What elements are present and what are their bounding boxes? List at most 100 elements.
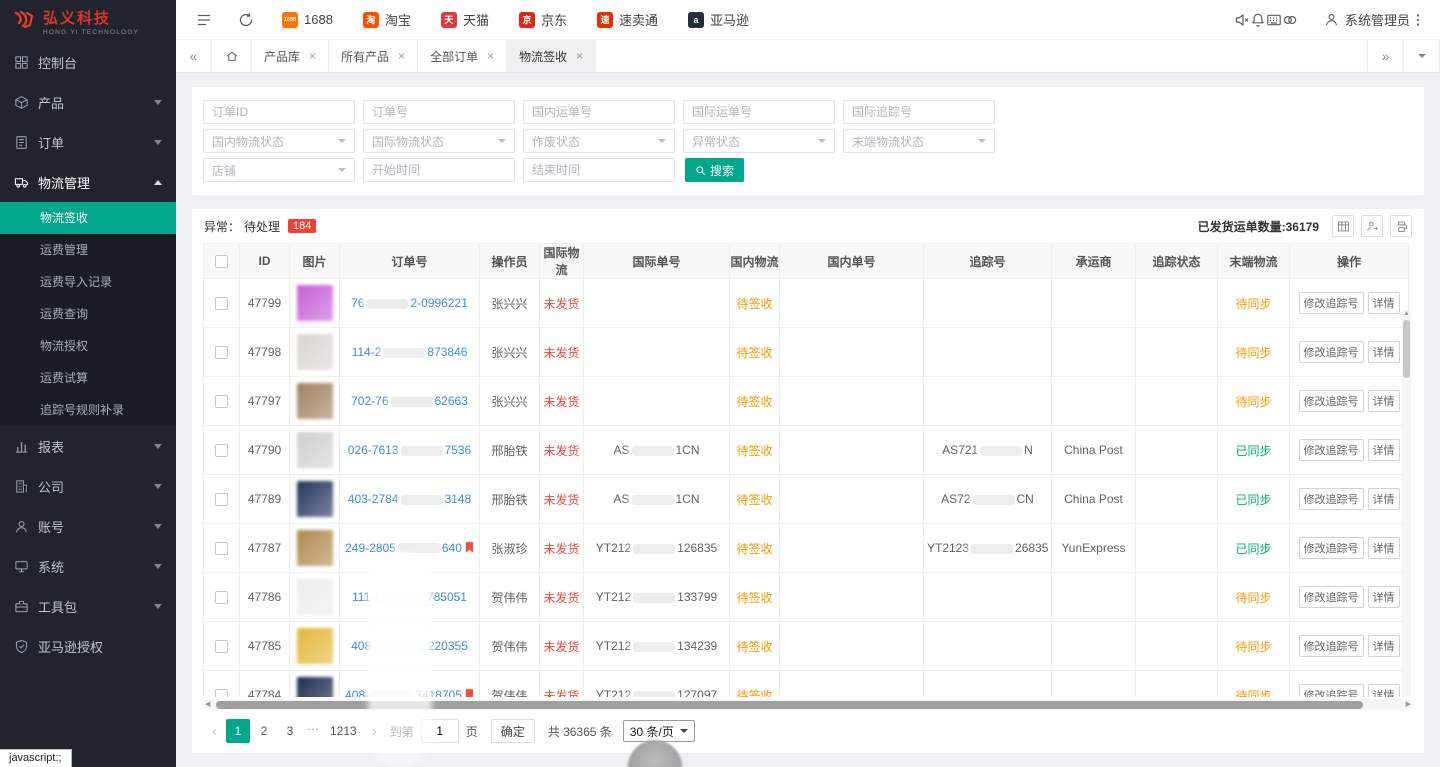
edit-tracking-button[interactable]: 修改追踪号 (1299, 341, 1364, 363)
platform-link-1688[interactable]: 16881688 (282, 12, 333, 28)
notification-bell-icon[interactable] (1250, 12, 1266, 28)
platform-link-aliexpress[interactable]: 速速卖通 (597, 10, 658, 29)
scroll-right-icon[interactable]: ▶ (1406, 699, 1411, 710)
horizontal-scroll-thumb[interactable] (216, 701, 1363, 709)
order-no-input[interactable] (363, 100, 515, 124)
tab-menu-icon[interactable] (1404, 40, 1440, 72)
prev-page-icon[interactable]: ‹ (206, 723, 223, 740)
next-page-icon[interactable]: › (366, 723, 383, 740)
goto-page-input[interactable] (421, 719, 459, 743)
row-checkbox[interactable] (215, 297, 228, 310)
platform-link-jd[interactable]: 京京东 (519, 10, 567, 29)
product-image[interactable] (297, 530, 333, 566)
exception-status-select[interactable]: 异常状态 (683, 129, 835, 153)
share-circles-icon[interactable] (1282, 12, 1298, 28)
sidebar-subitem-freight-manage[interactable]: 运费管理 (0, 234, 176, 266)
close-icon[interactable]: × (309, 49, 316, 63)
product-image[interactable] (297, 383, 333, 419)
edit-tracking-button[interactable]: 修改追踪号 (1299, 390, 1364, 412)
scroll-up-icon[interactable]: ▲ (1403, 309, 1410, 319)
platform-link-tmall[interactable]: 天天猫 (441, 10, 489, 29)
sidebar-subitem-logistics-auth[interactable]: 物流授权 (0, 330, 176, 362)
sidebar-item-console[interactable]: 控制台 (0, 42, 176, 82)
row-checkbox[interactable] (215, 444, 228, 457)
start-time-input[interactable] (363, 158, 515, 182)
confirm-button[interactable]: 确定 (491, 719, 535, 743)
edit-tracking-button[interactable]: 修改追踪号 (1299, 635, 1364, 657)
close-icon[interactable]: × (576, 49, 583, 63)
end-time-input[interactable] (523, 158, 675, 182)
home-tab[interactable] (212, 40, 252, 72)
page-button-2[interactable]: 2 (252, 719, 276, 743)
app-grid-icon[interactable] (1266, 12, 1282, 28)
product-image[interactable] (297, 334, 333, 370)
domestic-logistics-status-select[interactable]: 国内物流状态 (203, 129, 355, 153)
intl-tracking-input[interactable] (843, 100, 995, 124)
sidebar-subitem-freight-import[interactable]: 运费导入记录 (0, 266, 176, 298)
scroll-tabs-right-icon[interactable]: » (1368, 40, 1404, 72)
tab-product-library[interactable]: 产品库× (252, 40, 329, 72)
edit-tracking-button[interactable]: 修改追踪号 (1299, 488, 1364, 510)
product-image[interactable] (297, 481, 333, 517)
collapse-menu-icon[interactable] (196, 12, 212, 28)
select-all-checkbox[interactable] (215, 255, 228, 268)
search-button[interactable]: 搜索 (685, 158, 744, 182)
terminal-logistics-status-select[interactable]: 末端物流状态 (843, 129, 995, 153)
row-checkbox[interactable] (215, 591, 228, 604)
print-button[interactable] (1390, 215, 1412, 237)
horizontal-scrollbar[interactable]: ◀ ▶ (203, 699, 1413, 710)
order-number-link[interactable]: 408-2220355 (351, 639, 468, 653)
domestic-waybill-input[interactable] (523, 100, 675, 124)
brand-logo[interactable]: 弘义科技 HONG YI TECHNOLOGY (0, 0, 176, 42)
order-number-link[interactable]: 702-7662663 (351, 394, 468, 408)
void-status-select[interactable]: 作废状态 (523, 129, 675, 153)
scroll-tabs-left-icon[interactable]: « (176, 40, 212, 72)
detail-button[interactable]: 详情 (1368, 537, 1400, 559)
detail-button[interactable]: 详情 (1368, 292, 1400, 314)
sidebar-item-account[interactable]: 账号 (0, 506, 176, 546)
order-number-link[interactable]: 026-76137536 (348, 443, 471, 457)
row-checkbox[interactable] (215, 689, 228, 697)
order-number-link[interactable]: 114-2873846 (352, 345, 468, 359)
product-image[interactable] (297, 285, 333, 321)
sidebar-item-report[interactable]: 报表 (0, 426, 176, 466)
tab-all-products[interactable]: 所有产品× (329, 40, 418, 72)
detail-button[interactable]: 详情 (1368, 488, 1400, 510)
row-checkbox[interactable] (215, 346, 228, 359)
order-number-link[interactable]: 111-1785051 (352, 590, 467, 604)
vertical-scrollbar[interactable]: ▲ ▼ (1402, 309, 1411, 697)
edit-tracking-button[interactable]: 修改追踪号 (1299, 684, 1364, 697)
order-id-input[interactable] (203, 100, 355, 124)
product-image[interactable] (297, 432, 333, 468)
platform-link-amazon[interactable]: a亚马逊 (688, 10, 749, 29)
product-image[interactable] (297, 628, 333, 664)
edit-tracking-button[interactable]: 修改追踪号 (1299, 586, 1364, 608)
sidebar-item-order[interactable]: 订单 (0, 122, 176, 162)
pending-count-badge[interactable]: 184 (288, 219, 316, 233)
sidebar-subitem-freight-trial[interactable]: 运费试算 (0, 362, 176, 394)
order-number-link[interactable]: 762-0996221 (351, 296, 468, 310)
sidebar-item-amazon-auth[interactable]: 亚马逊授权 (0, 626, 176, 666)
shop-select[interactable]: 店铺 (203, 158, 355, 182)
tab-all-orders[interactable]: 全部订单× (418, 40, 507, 72)
sidebar-item-product[interactable]: 产品 (0, 82, 176, 122)
order-number-link[interactable]: 403-27843148 (348, 492, 471, 506)
sidebar-item-toolkit[interactable]: 工具包 (0, 586, 176, 626)
vertical-scroll-thumb[interactable] (1403, 320, 1410, 378)
detail-button[interactable]: 详情 (1368, 635, 1400, 657)
refresh-icon[interactable] (238, 12, 254, 28)
sidebar-subitem-freight-query[interactable]: 运费查询 (0, 298, 176, 330)
per-page-select[interactable]: 30 条/页 (623, 720, 695, 742)
row-checkbox[interactable] (215, 542, 228, 555)
row-checkbox[interactable] (215, 395, 228, 408)
tab-logistics-sign[interactable]: 物流签收× (507, 40, 596, 72)
detail-button[interactable]: 详情 (1368, 390, 1400, 412)
intl-logistics-status-select[interactable]: 国际物流状态 (363, 129, 515, 153)
order-number-link[interactable]: 249-2805640 (345, 541, 462, 555)
sidebar-item-system[interactable]: 系统 (0, 546, 176, 586)
close-icon[interactable]: × (487, 49, 494, 63)
page-button-1[interactable]: 1 (226, 719, 250, 743)
intl-waybill-input[interactable] (683, 100, 835, 124)
row-checkbox[interactable] (215, 493, 228, 506)
edit-tracking-button[interactable]: 修改追踪号 (1299, 537, 1364, 559)
